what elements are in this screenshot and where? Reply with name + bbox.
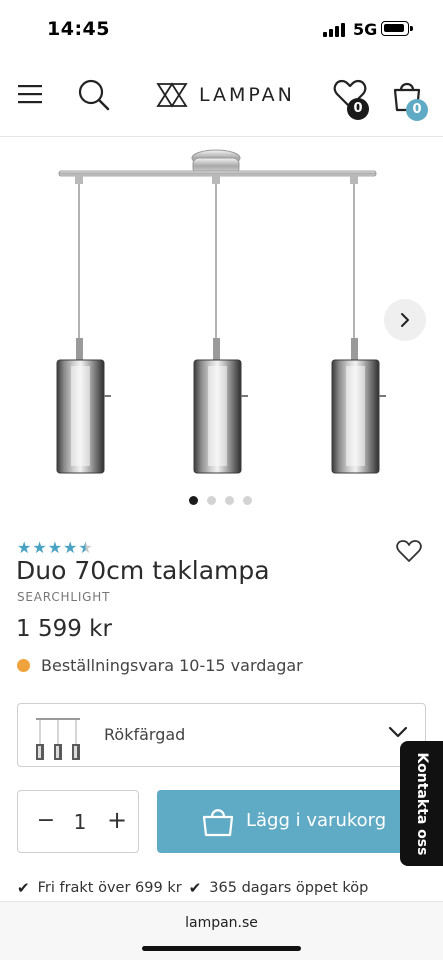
wishlist-button[interactable]: 0	[333, 78, 373, 120]
quantity-increase-button[interactable]: +	[106, 808, 128, 832]
gallery-pagination	[189, 496, 252, 506]
check-icon: ✔	[17, 879, 30, 897]
add-to-cart-button[interactable]: Lägg i varukorg	[157, 790, 426, 853]
chevron-down-icon	[388, 724, 408, 743]
star-icon: ★	[32, 538, 47, 557]
star-icon: ★	[47, 538, 63, 557]
cart-count-badge: 0	[406, 99, 428, 121]
quantity-stepper: − 1 +	[17, 790, 139, 853]
variant-select[interactable]: Rökfärgad	[17, 703, 426, 767]
three-pendant-ceiling-lamp-image	[56, 149, 386, 474]
rating-stars[interactable]: ★ ★ ★ ★ ★	[17, 540, 93, 556]
quantity-value[interactable]: 1	[70, 810, 90, 834]
lampan-logo-icon	[156, 82, 188, 108]
product-wishlist-button[interactable]	[396, 539, 422, 567]
cart-button[interactable]: 0	[391, 78, 431, 121]
status-time: 14:45	[47, 18, 110, 40]
chevron-right-icon	[401, 313, 409, 327]
stock-status: Beställningsvara 10-15 vardagar	[17, 656, 303, 675]
contact-us-tab[interactable]: Kontakta oss	[400, 741, 443, 866]
gallery-dot-2[interactable]	[207, 496, 216, 505]
variant-selected-label: Rökfärgad	[104, 725, 186, 744]
status-bar: 14:45 5G	[0, 0, 443, 60]
wishlist-count-badge: 0	[347, 98, 369, 120]
usp-item: ✔ 365 dagars öppet köp	[189, 879, 369, 897]
home-indicator[interactable]	[142, 946, 301, 951]
half-star-icon: ★	[78, 538, 93, 557]
contact-us-label: Kontakta oss	[413, 752, 430, 855]
product-image[interactable]	[0, 138, 443, 510]
product-brand[interactable]: SEARCHLIGHT	[17, 590, 110, 604]
gallery-dot-4[interactable]	[243, 496, 252, 505]
gallery-dot-1[interactable]	[189, 496, 198, 505]
product-price: 1 599 kr	[16, 616, 112, 642]
signal-bars-icon	[323, 23, 345, 37]
shopping-bag-icon	[201, 804, 235, 842]
search-icon[interactable]	[77, 78, 111, 116]
stock-status-dot	[17, 659, 30, 672]
usp-text: 365 dagars öppet köp	[209, 880, 369, 896]
product-title: Duo 70cm taklampa	[16, 556, 270, 585]
heart-outline-icon	[396, 540, 422, 562]
network-type: 5G	[353, 20, 378, 39]
site-logo[interactable]: LAMPAN	[155, 81, 295, 109]
gallery-dot-3[interactable]	[225, 496, 234, 505]
check-icon: ✔	[188, 879, 202, 897]
star-icon: ★	[17, 538, 32, 557]
usp-text: Fri frakt över 699 kr	[37, 880, 182, 896]
usp-item: ✔ Fri frakt över 699 kr	[17, 879, 182, 897]
quantity-decrease-button[interactable]: −	[36, 809, 56, 833]
variant-thumbnail	[32, 710, 84, 762]
usp-list: ✔ Fri frakt över 699 kr ✔ 365 dagars öpp…	[17, 879, 375, 897]
stock-status-text: Beställningsvara 10-15 vardagar	[41, 656, 303, 675]
gallery-next-button[interactable]	[384, 299, 426, 341]
add-to-cart-label: Lägg i varukorg	[246, 810, 387, 831]
hamburger-menu-icon[interactable]	[17, 82, 43, 110]
logo-text: LAMPAN	[199, 84, 295, 106]
star-icon: ★	[63, 538, 78, 557]
browser-url[interactable]: lampan.se	[0, 915, 443, 931]
battery-icon	[381, 21, 413, 36]
site-header: LAMPAN 0 0	[0, 60, 443, 137]
browser-address-bar[interactable]: lampan.se	[0, 901, 443, 960]
